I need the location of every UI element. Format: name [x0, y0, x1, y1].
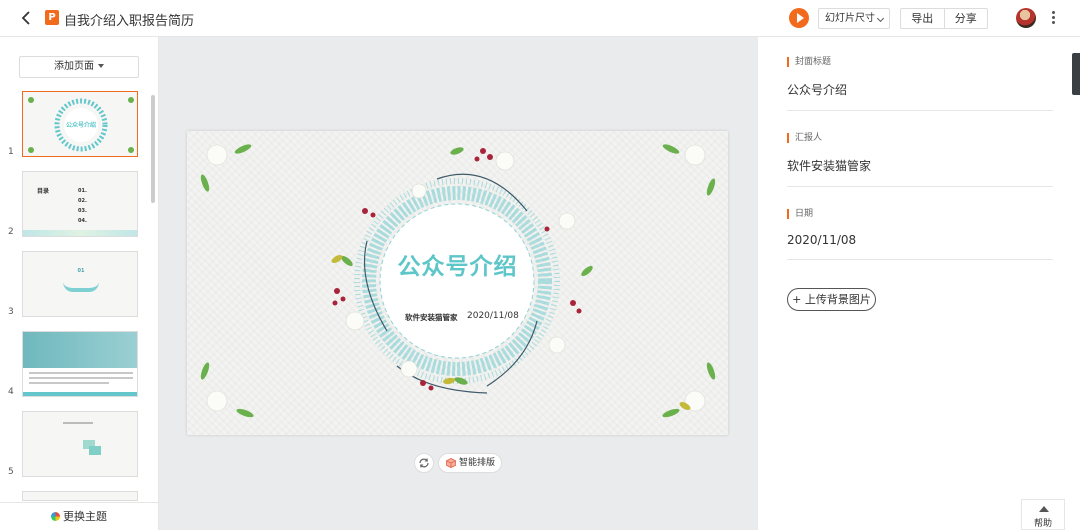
play-slideshow-button[interactable] [789, 8, 809, 28]
slide-date-text[interactable]: 2020/11/08 [467, 311, 519, 321]
slide-thumbnail-3[interactable]: 01 [22, 251, 138, 317]
user-avatar[interactable] [1016, 8, 1036, 28]
slide-thumbnail-6[interactable] [22, 491, 138, 501]
field-label: 汇报人 [787, 133, 1053, 143]
document-title[interactable]: 自我介绍入职报告简历 [64, 10, 194, 29]
palette-icon [51, 512, 60, 521]
more-menu-icon[interactable] [1050, 9, 1056, 27]
thumbnail-title: 01 [77, 268, 85, 274]
reporter-field: 汇报人 软件安装猫管家 [787, 133, 1053, 187]
export-button[interactable]: 导出 [901, 9, 945, 28]
chevron-down-icon [876, 14, 885, 23]
slide-title-text[interactable]: 公众号介绍 [187, 247, 728, 281]
add-page-label: 添加页面 [54, 61, 94, 72]
side-drawer-tab[interactable] [1072, 53, 1080, 95]
thumbnail-toc: 01. 02. 03. 04. [78, 188, 87, 224]
date-input[interactable]: 2020/11/08 [787, 233, 1053, 260]
field-label: 封面标题 [787, 57, 1053, 67]
upload-background-label: 上传背景图片 [804, 293, 871, 306]
smart-layout-label: 智能排版 [459, 458, 496, 468]
caret-down-icon [98, 64, 104, 68]
change-theme-button[interactable]: 更换主题 [0, 502, 158, 530]
slide-canvas-area: 公众号介绍 软件安装猫管家 2020/11/08 智能排版 [159, 37, 758, 530]
top-bar: P 自我介绍入职报告简历 幻灯片尺寸 导出 分享 [0, 0, 1080, 37]
thumbnail-number: 2 [8, 227, 14, 237]
slide-size-label: 幻灯片尺寸 [825, 13, 875, 24]
thumbnail-number: 3 [8, 307, 14, 317]
thumbnail-scrollbar[interactable] [151, 95, 155, 203]
export-share-group: 导出 分享 [900, 8, 988, 29]
cube-icon [446, 458, 456, 468]
cover-title-input[interactable]: 公众号介绍 [787, 81, 1053, 111]
refresh-layout-button[interactable] [414, 453, 434, 473]
date-field: 日期 2020/11/08 [787, 209, 1053, 260]
slide-size-dropdown[interactable]: 幻灯片尺寸 [818, 8, 890, 29]
share-button[interactable]: 分享 [945, 9, 988, 28]
add-page-button[interactable]: 添加页面 [19, 56, 139, 78]
slide-thumbnail-1[interactable]: 公众号介绍 [22, 91, 138, 157]
thumbnail-number: 5 [8, 467, 14, 477]
thumbnail-number: 1 [8, 147, 14, 157]
refresh-icon [419, 458, 429, 468]
slide-thumbnail-4[interactable] [22, 331, 138, 397]
slide-reporter-text[interactable]: 软件安装猫管家 [405, 312, 458, 323]
presentation-doc-icon: P [45, 10, 59, 25]
thumbnail-number: 4 [8, 387, 14, 397]
wreath-decoration [200, 144, 716, 418]
back-arrow-icon[interactable] [18, 9, 36, 27]
slide-thumbnail-panel: 添加页面 1 公众号介绍 2 目录 01. 02. 03. 04. 3 01 4 [0, 37, 159, 530]
change-theme-label: 更换主题 [63, 510, 107, 523]
cover-title-field: 封面标题 公众号介绍 [787, 57, 1053, 111]
help-button[interactable]: 帮助 [1021, 499, 1065, 530]
properties-panel: 封面标题 公众号介绍 汇报人 软件安装猫管家 日期 2020/11/08 + 上… [758, 37, 1080, 530]
upload-background-button[interactable]: + 上传背景图片 [787, 288, 876, 311]
slide-editor[interactable]: 公众号介绍 软件安装猫管家 2020/11/08 [187, 131, 728, 435]
plus-icon: + [792, 293, 805, 306]
slide-thumbnail-2[interactable]: 目录 01. 02. 03. 04. [22, 171, 138, 237]
smart-layout-button[interactable]: 智能排版 [438, 453, 502, 473]
field-label: 日期 [787, 209, 1053, 219]
reporter-input[interactable]: 软件安装猫管家 [787, 157, 1053, 187]
slide-thumbnail-5[interactable] [22, 411, 138, 477]
thumbnail-title: 公众号介绍 [65, 122, 96, 129]
thumbnail-title: 目录 [37, 188, 50, 195]
